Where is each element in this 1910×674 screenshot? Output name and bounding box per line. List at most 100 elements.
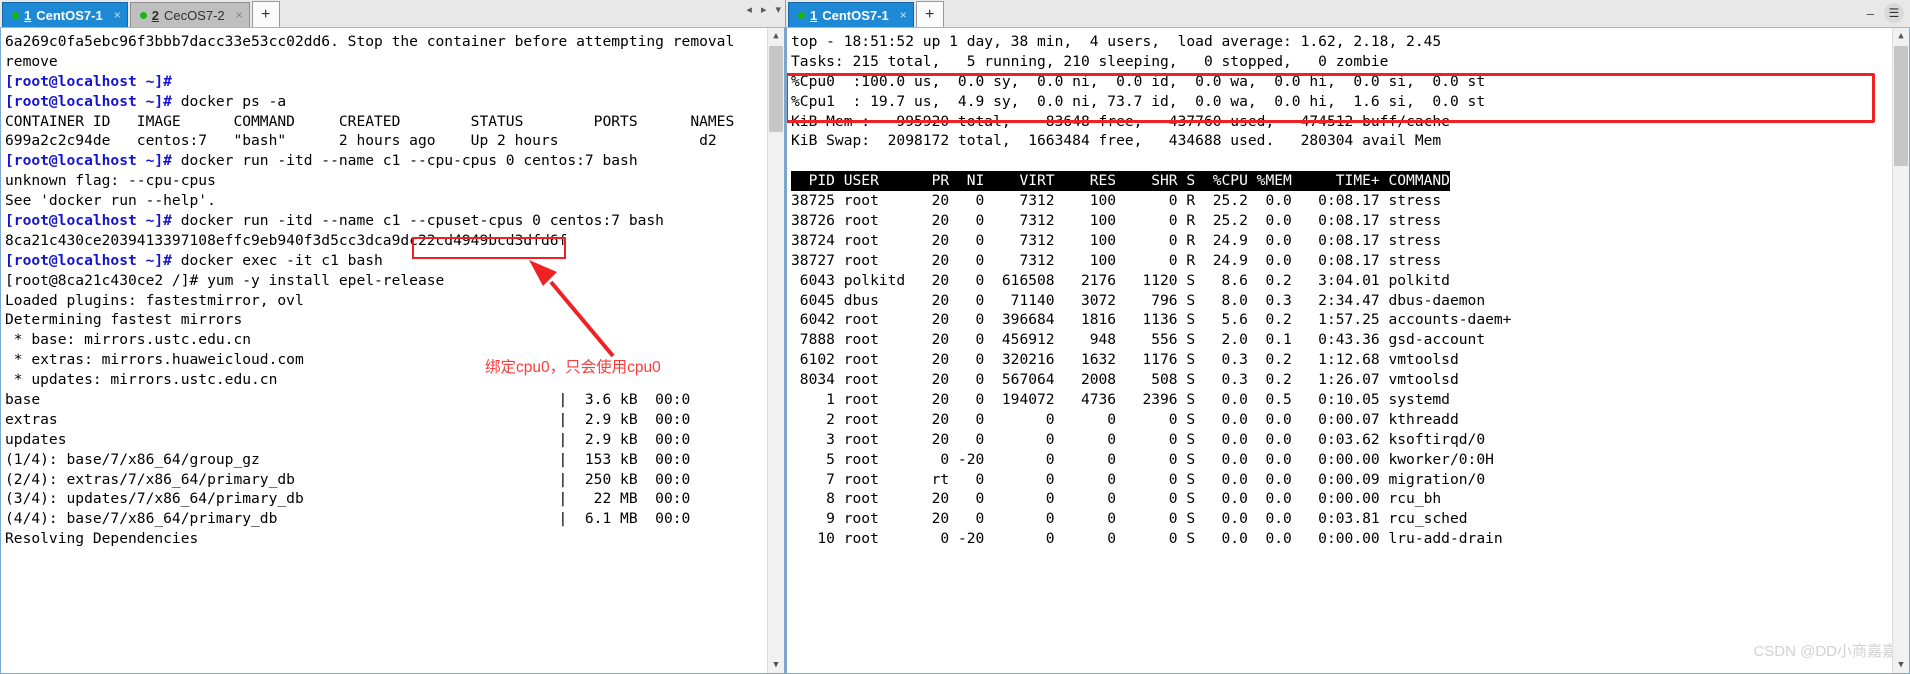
tab-list-icon[interactable]: ▾ [775, 5, 781, 16]
process-table-row: 9 root 20 0 0 0 0 S 0.0 0.0 0:03.81 rcu_… [791, 510, 1468, 528]
terminal-line: (2/4): extras/7/x86_64/primary_db | 250 … [5, 470, 691, 488]
right-terminal-body[interactable]: top - 18:51:52 up 1 day, 38 min, 4 users… [786, 28, 1910, 674]
close-icon[interactable]: × [900, 8, 907, 22]
process-table-row: 8034 root 20 0 567064 2008 508 S 0.3 0.2… [791, 371, 1459, 389]
tab-label: CentOS7-1 [36, 7, 103, 23]
terminal-line: CONTAINER ID IMAGE COMMAND CREATED STATU… [5, 112, 735, 130]
right-tab-strip: 1 CentOS7-1 × + – ☰ [786, 0, 1910, 28]
left-terminal-text: 6a269c0fa5ebc96f3bbb7dacc33e53cc02dd6. S… [1, 28, 768, 673]
process-table-row: 38725 root 20 0 7312 100 0 R 25.2 0.0 0:… [791, 192, 1442, 210]
terminal-line: (1/4): base/7/x86_64/group_gz | 153 kB 0… [5, 450, 691, 468]
menu-icon[interactable]: ☰ [1884, 3, 1904, 23]
process-table-header: PID USER PR NI VIRT RES SHR S %CPU %MEM … [791, 171, 1893, 192]
process-table-row: 8 root 20 0 0 0 0 S 0.0 0.0 0:00.00 rcu_… [791, 490, 1442, 508]
process-table-row: 10 root 0 -20 0 0 0 S 0.0 0.0 0:00.00 lr… [791, 530, 1503, 548]
process-table-row: 5 root 0 -20 0 0 0 S 0.0 0.0 0:00.00 kwo… [791, 450, 1494, 468]
process-table-row: 1 root 20 0 194072 4736 2396 S 0.0 0.5 0… [791, 391, 1450, 409]
tab-index: 1 [24, 7, 32, 23]
tab-index: 1 [810, 7, 818, 23]
terminal-line: [root@localhost ~]# docker run -itd --na… [5, 211, 768, 231]
shell-command: docker ps -a [171, 92, 287, 110]
terminal-line: base | 3.6 kB 00:0 [5, 391, 691, 409]
tab-status-dot-icon [12, 11, 19, 19]
process-table-row: 38727 root 20 0 7312 100 0 R 24.9 0.0 0:… [791, 251, 1442, 269]
scroll-up-icon[interactable]: ▲ [768, 28, 784, 44]
tab-strip-filler [944, 2, 1910, 27]
terminal-line: Determining fastest mirrors [5, 311, 243, 329]
cpu-binding-annotation: 绑定cpu0，只会使用cpu0 [485, 359, 661, 376]
process-table-row: 2 root 20 0 0 0 0 S 0.0 0.0 0:00.07 kthr… [791, 410, 1459, 428]
process-table-header-band: PID USER PR NI VIRT RES SHR S %CPU %MEM … [791, 171, 1450, 192]
process-table-row: 38724 root 20 0 7312 100 0 R 24.9 0.0 0:… [791, 231, 1442, 249]
window-controls: – ☰ [1867, 3, 1904, 23]
process-table-row: 7888 root 20 0 456912 948 556 S 2.0 0.1 … [791, 331, 1486, 349]
scrollbar-thumb[interactable] [769, 46, 783, 132]
scroll-up-icon[interactable]: ▲ [1893, 28, 1909, 44]
tab-status-dot-icon [798, 11, 805, 19]
left-terminal-body[interactable]: 6a269c0fa5ebc96f3bbb7dacc33e53cc02dd6. S… [0, 28, 785, 674]
right-terminal-window: 1 CentOS7-1 × + – ☰ top - 18:51:52 up 1 … [786, 0, 1910, 674]
terminal-line: * base: mirrors.ustc.edu.cn [5, 331, 252, 349]
top-summary-line: Tasks: 215 total, 5 running, 210 sleepin… [791, 52, 1389, 70]
terminal-line: Resolving Dependencies [5, 530, 199, 548]
screenshot-root: 1 CentOS7-1 × 2 CecOS7-2 × + ◂ ▸ ▾ 6a269… [0, 0, 1910, 674]
left-terminal-window: 1 CentOS7-1 × 2 CecOS7-2 × + ◂ ▸ ▾ 6a269… [0, 0, 786, 674]
top-summary-line: KiB Mem : 995920 total, 83648 free, 4377… [791, 112, 1450, 130]
tab-nav-controls: ◂ ▸ ▾ [746, 5, 781, 16]
scrollbar-thumb[interactable] [1894, 46, 1908, 166]
terminal-line: [root@localhost ~]# docker exec -it c1 b… [5, 251, 768, 271]
process-table-row: 6043 polkitd 20 0 616508 2176 1120 S 8.6… [791, 271, 1450, 289]
terminal-line: 8ca21c430ce2039413397108effc9eb940f3d5cc… [5, 231, 568, 249]
process-table-row: 7 root rt 0 0 0 0 S 0.0 0.0 0:00.09 migr… [791, 470, 1486, 488]
process-table-row: 38726 root 20 0 7312 100 0 R 25.2 0.0 0:… [791, 212, 1442, 230]
minimize-icon[interactable]: – [1867, 6, 1874, 21]
shell-command: docker run -itd --name c1 --cpuset-cpus … [171, 212, 664, 230]
shell-command: docker exec -it c1 bash [171, 251, 383, 269]
tab-strip-filler [280, 2, 785, 27]
top-summary-line: KiB Swap: 2098172 total, 1663484 free, 4… [791, 132, 1442, 150]
tab-cecos7-2[interactable]: 2 CecOS7-2 × [129, 2, 250, 27]
terminal-line: Loaded plugins: fastestmirror, ovl [5, 291, 304, 309]
tab-centos7-1-right[interactable]: 1 CentOS7-1 × [788, 2, 914, 27]
tab-centos7-1[interactable]: 1 CentOS7-1 × [2, 2, 128, 27]
shell-prompt: [root@localhost ~]# [5, 212, 172, 230]
terminal-line: unknown flag: --cpu-cpus [5, 172, 216, 190]
terminal-line: (4/4): base/7/x86_64/primary_db | 6.1 MB… [5, 510, 691, 528]
terminal-line: extras | 2.9 kB 00:0 [5, 410, 691, 428]
terminal-line: See 'docker run --help'. [5, 192, 216, 210]
new-tab-button[interactable]: + [915, 1, 944, 27]
left-tab-strip: 1 CentOS7-1 × 2 CecOS7-2 × + ◂ ▸ ▾ [0, 0, 785, 28]
close-icon[interactable]: × [236, 8, 243, 22]
shell-command: docker run -itd --name c1 --cpu-cpus 0 c… [171, 152, 638, 170]
process-table-row: 6045 dbus 20 0 71140 3072 796 S 8.0 0.3 … [791, 291, 1486, 309]
terminal-line: updates | 2.9 kB 00:0 [5, 430, 691, 448]
next-tab-icon[interactable]: ▸ [761, 5, 767, 16]
watermark: CSDN @DD小商嘉嘉 [1753, 643, 1897, 660]
left-scrollbar[interactable]: ▲ ▼ [767, 28, 784, 673]
tab-label: CecOS7-2 [163, 7, 225, 23]
tab-status-dot-icon [139, 11, 147, 19]
tab-index: 2 [151, 7, 159, 23]
top-summary-line: top - 18:51:52 up 1 day, 38 min, 4 users… [791, 33, 1442, 50]
shell-prompt: [root@localhost ~]# [5, 251, 172, 269]
terminal-line: [root@localhost ~]# docker run -itd --na… [5, 151, 768, 171]
prev-tab-icon[interactable]: ◂ [746, 5, 752, 16]
process-table-row: 6102 root 20 0 320216 1632 1176 S 0.3 0.… [791, 351, 1459, 369]
top-summary-line: %Cpu1 : 19.7 us, 4.9 sy, 0.0 ni, 73.7 id… [791, 92, 1486, 110]
terminal-line: [root@8ca21c430ce2 /]# yum -y install ep… [5, 271, 445, 289]
right-terminal-text: top - 18:51:52 up 1 day, 38 min, 4 users… [787, 28, 1893, 673]
shell-prompt: [root@localhost ~]# [5, 152, 172, 170]
right-scrollbar[interactable]: ▲ ▼ [1892, 28, 1909, 673]
terminal-line: [root@localhost ~]# [5, 72, 768, 92]
terminal-line: 6a269c0fa5ebc96f3bbb7dacc33e53cc02dd6. S… [5, 33, 735, 50]
shell-prompt: [root@localhost ~]# [5, 92, 172, 110]
close-icon[interactable]: × [114, 8, 121, 22]
new-tab-button[interactable]: + [251, 1, 280, 27]
scroll-down-icon[interactable]: ▼ [1893, 657, 1909, 673]
scroll-down-icon[interactable]: ▼ [768, 657, 784, 673]
shell-prompt: [root@localhost ~]# [5, 72, 172, 90]
tab-label: CentOS7-1 [822, 7, 889, 23]
top-summary-line: %Cpu0 :100.0 us, 0.0 sy, 0.0 ni, 0.0 id,… [791, 72, 1486, 90]
terminal-line: (3/4): updates/7/x86_64/primary_db | 22 … [5, 490, 691, 508]
